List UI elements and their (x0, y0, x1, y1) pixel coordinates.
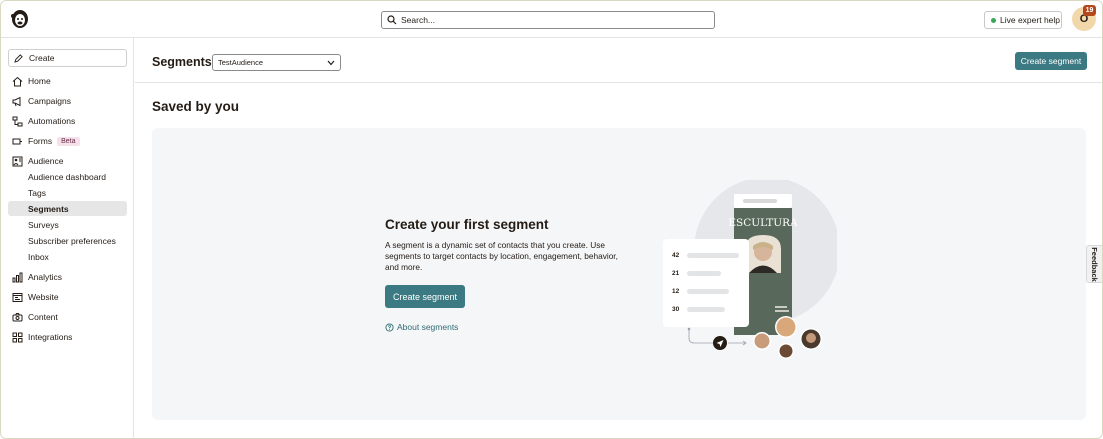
top-bar: Live expert help O 19 (1, 1, 1102, 38)
live-expert-help-label: Live expert help (1000, 15, 1061, 25)
about-segments-label: About segments (397, 322, 459, 332)
illustration-card-title: ESCULTURA (728, 217, 798, 229)
sidebar-item-analytics[interactable]: Analytics (8, 269, 127, 285)
sidebar-item-automations[interactable]: Automations (8, 113, 127, 129)
audience-select[interactable]: TestAudience (212, 54, 341, 71)
segments-illustration: ESCULTURA 42 21 12 30 (663, 180, 837, 359)
empty-state-title: Create your first segment (385, 217, 549, 232)
list-value: 12 (672, 288, 680, 295)
content-icon (12, 312, 23, 321)
sidebar-item-segments[interactable]: Segments (8, 201, 127, 216)
app-window: Live expert help O 19 Create Home Campai… (0, 0, 1103, 439)
sidebar-item-label: Segments (28, 203, 69, 214)
create-segment-button[interactable]: Create segment (385, 285, 465, 308)
sidebar-item-label: Inbox (28, 251, 49, 262)
list-value: 30 (672, 306, 680, 313)
sidebar-item-tags[interactable]: Tags (8, 185, 127, 200)
megaphone-icon (12, 96, 21, 106)
sidebar-item-integrations[interactable]: Integrations (8, 329, 127, 345)
sidebar-item-label: Website (28, 292, 59, 302)
automation-icon (12, 116, 23, 126)
list-value: 21 (672, 270, 680, 277)
feedback-tab[interactable]: Feedback (1086, 245, 1102, 283)
online-status-icon (991, 17, 996, 23)
contact-avatar-icon (776, 317, 796, 337)
sidebar-item-label: Content (28, 312, 58, 322)
create-segment-label: Create segment (1020, 56, 1082, 66)
sidebar: Create Home Campaigns Automations Forms … (1, 38, 134, 438)
sidebar-item-content[interactable]: Content (8, 309, 127, 325)
sidebar-item-label: Audience dashboard (28, 171, 106, 182)
page-header: Segments TestAudience Create segment (135, 39, 1102, 83)
create-label: Create (29, 53, 55, 63)
sidebar-item-campaigns[interactable]: Campaigns (8, 93, 127, 109)
notification-badge: 19 (1083, 5, 1096, 16)
sidebar-item-surveys[interactable]: Surveys (8, 217, 127, 232)
analytics-icon (12, 272, 23, 282)
feedback-label: Feedback (1090, 246, 1100, 282)
saved-by-you-heading: Saved by you (152, 99, 240, 114)
sidebar-item-label: Automations (28, 116, 76, 126)
integrations-icon (12, 332, 23, 342)
help-circle-icon (385, 322, 394, 332)
sidebar-item-audience-dashboard[interactable]: Audience dashboard (8, 169, 127, 184)
about-segments-link[interactable]: About segments (385, 322, 458, 332)
sidebar-item-home[interactable]: Home (8, 73, 127, 89)
page-title: Segments (152, 55, 212, 69)
sidebar-item-label: Integrations (28, 332, 73, 342)
website-icon (12, 292, 23, 302)
sidebar-item-label: Campaigns (28, 96, 71, 106)
contact-avatar-icon (779, 344, 793, 358)
sidebar-item-label: Forms (28, 136, 53, 146)
sidebar-item-website[interactable]: Website (8, 289, 127, 305)
sidebar-item-audience[interactable]: Audience (8, 153, 127, 169)
forms-icon (12, 138, 22, 144)
sidebar-item-subscriber-preferences[interactable]: Subscriber preferences (8, 233, 127, 248)
search-icon (387, 15, 397, 25)
home-icon (12, 76, 23, 86)
live-expert-help-button[interactable]: Live expert help (984, 11, 1062, 29)
beta-badge: Beta (57, 136, 80, 146)
pencil-icon (14, 53, 23, 63)
sidebar-item-inbox[interactable]: Inbox (8, 249, 127, 264)
create-button[interactable]: Create (8, 49, 127, 67)
empty-state-description: A segment is a dynamic set of contacts t… (385, 240, 618, 272)
chevron-down-icon (327, 60, 335, 66)
sidebar-item-label: Analytics (28, 272, 63, 282)
sidebar-item-label: Surveys (28, 219, 59, 230)
list-value: 42 (672, 252, 680, 259)
audience-selected-value: TestAudience (218, 58, 264, 67)
contact-avatar-icon (754, 333, 770, 349)
sidebar-item-forms[interactable]: Forms Beta (8, 133, 127, 149)
audience-icon (12, 156, 23, 166)
sidebar-item-label: Home (28, 76, 51, 86)
create-segment-header-button[interactable]: Create segment (1015, 52, 1087, 70)
sidebar-item-label: Tags (28, 187, 46, 198)
mailchimp-logo-icon[interactable] (10, 8, 30, 30)
search-input[interactable] (401, 15, 701, 25)
empty-state-panel: Create your first segment A segment is a… (152, 128, 1086, 420)
sidebar-item-label: Audience (28, 156, 64, 166)
create-segment-label: Create segment (392, 291, 458, 302)
sidebar-item-label: Subscriber preferences (28, 235, 116, 246)
search-box[interactable] (381, 11, 715, 29)
